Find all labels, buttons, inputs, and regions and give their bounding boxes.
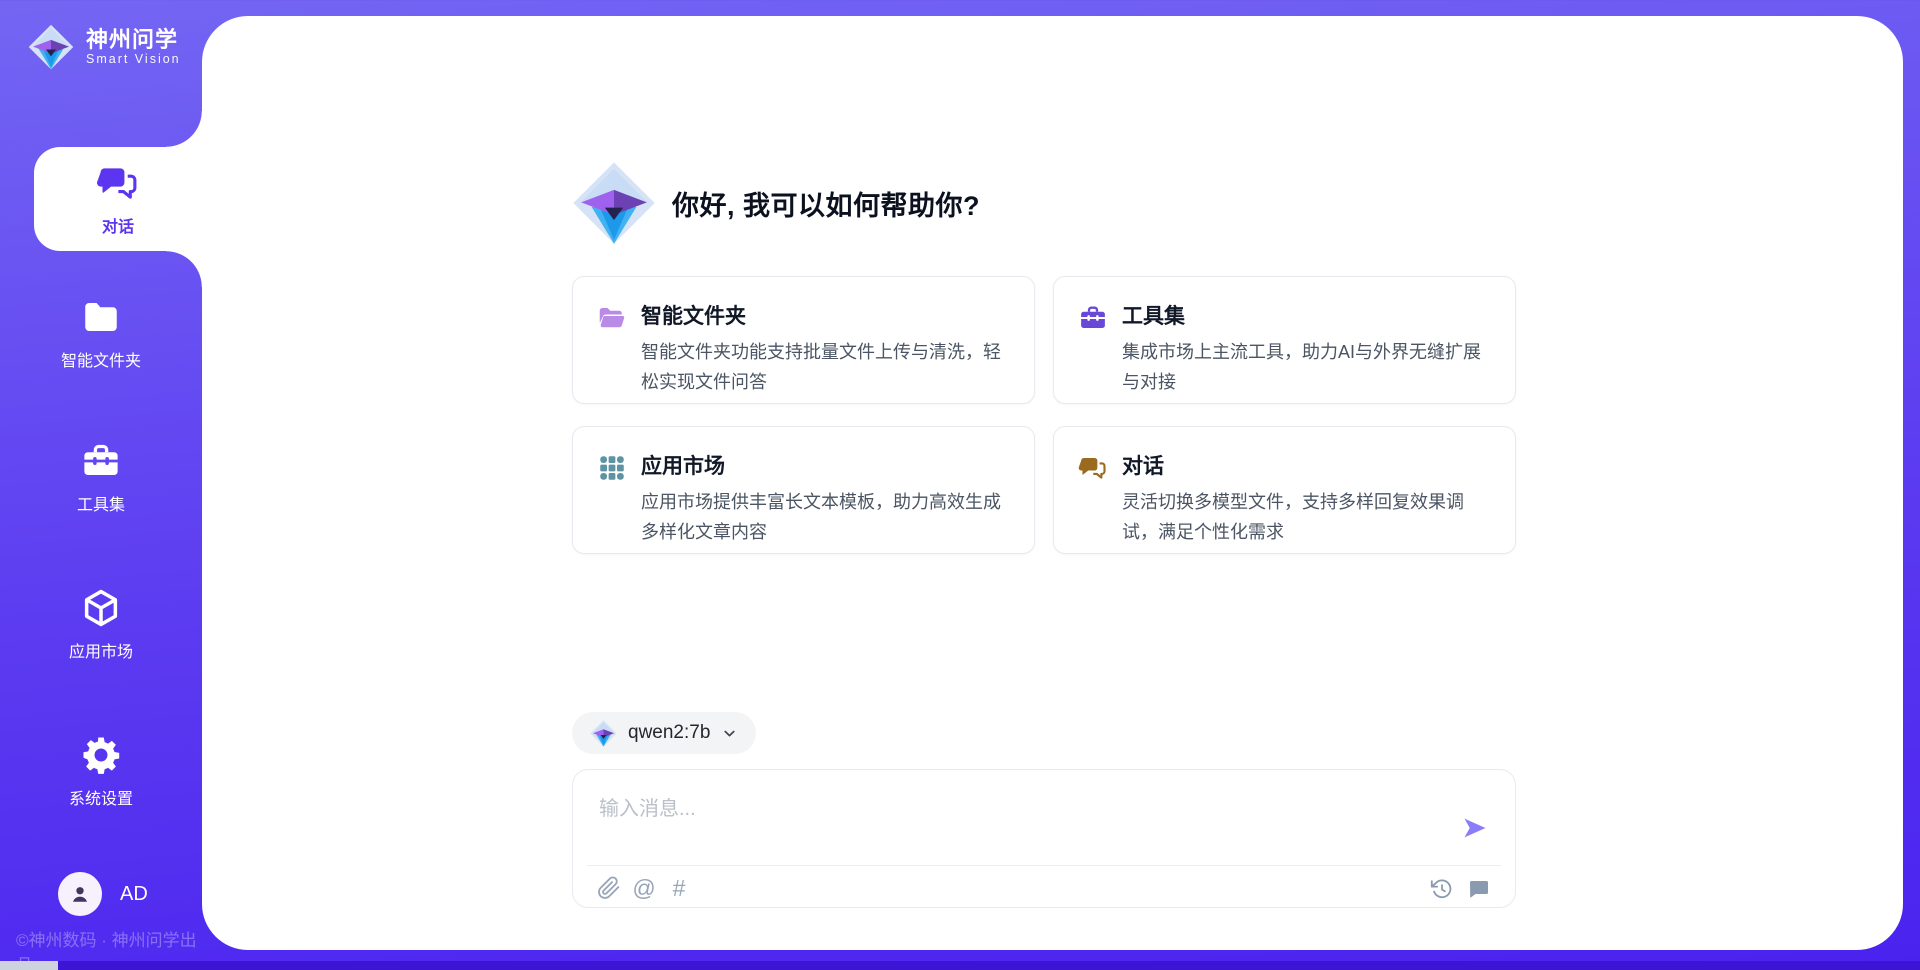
gear-icon [80, 734, 122, 776]
chat-bubble-icon[interactable] [1467, 877, 1491, 901]
attachment-icon[interactable] [597, 876, 621, 900]
sidebar-item-settings[interactable]: 系统设置 [0, 734, 202, 809]
sidebar-item-label: 工具集 [77, 491, 125, 515]
send-icon [1461, 814, 1489, 842]
sidebar-item-chat[interactable]: 对话 [34, 147, 202, 251]
brand: 神州问学 Smart Vision [28, 24, 181, 70]
composer-tools-right [1430, 877, 1491, 901]
assistant-logo-icon [572, 161, 656, 245]
sidebar-item-label: 系统设置 [69, 785, 133, 809]
card-title: 智能文件夹 [641, 300, 1008, 330]
sidebar-item-smart-folder[interactable]: 智能文件夹 [0, 296, 202, 371]
sidebar-item-label: 智能文件夹 [61, 347, 141, 371]
user-initials: AD [120, 883, 148, 906]
card-title: 应用市场 [641, 450, 1008, 480]
model-name: qwen2:7b [628, 722, 710, 744]
brand-subtitle: Smart Vision [86, 52, 181, 66]
send-button[interactable] [1461, 814, 1489, 842]
card-toolset[interactable]: 工具集 集成市场上主流工具，助力AI与外界无缝扩展与对接 [1053, 276, 1516, 404]
grid-icon [597, 453, 627, 483]
sidebar-item-label: 应用市场 [69, 638, 133, 662]
chat-icon [1078, 453, 1108, 483]
card-description: 集成市场上主流工具，助力AI与外界无缝扩展与对接 [1122, 337, 1489, 397]
feature-cards: 智能文件夹 智能文件夹功能支持批量文件上传与清洗，轻松实现文件问答 工具集 集成… [572, 276, 1516, 554]
model-selector[interactable]: qwen2:7b [572, 712, 756, 754]
hashtag-icon[interactable]: # [667, 876, 691, 900]
bottom-edge-strip [0, 961, 1920, 970]
person-icon [67, 881, 93, 907]
greeting: 你好, 我可以如何帮助你? [572, 161, 980, 245]
mention-icon[interactable]: @ [632, 876, 656, 900]
chat-icon [96, 161, 140, 205]
brand-logo-icon [28, 24, 74, 70]
card-chat[interactable]: 对话 灵活切换多模型文件，支持多样回复效果调试，满足个性化需求 [1053, 426, 1516, 554]
card-app-market[interactable]: 应用市场 应用市场提供丰富长文本模板，助力高效生成多样化文章内容 [572, 426, 1035, 554]
card-title: 工具集 [1122, 300, 1489, 330]
sidebar-item-app-market[interactable]: 应用市场 [0, 587, 202, 662]
folder-open-icon [597, 303, 627, 333]
brand-name: 神州问学 [86, 28, 181, 52]
card-description: 应用市场提供丰富长文本模板，助力高效生成多样化文章内容 [641, 487, 1008, 547]
sidebar-item-label: 对话 [102, 213, 134, 237]
message-composer: @ # [572, 769, 1516, 908]
chevron-down-icon [721, 725, 738, 742]
bottom-edge-strip-light [0, 961, 58, 970]
folder-icon [80, 296, 122, 338]
card-smart-folder[interactable]: 智能文件夹 智能文件夹功能支持批量文件上传与清洗，轻松实现文件问答 [572, 276, 1035, 404]
user-account[interactable]: AD [58, 872, 148, 916]
avatar [58, 872, 102, 916]
model-logo-icon [590, 720, 617, 747]
composer-divider [587, 865, 1501, 866]
sidebar: 神州问学 Smart Vision 对话 智能文件夹 工具集 应用市场 系统设置… [0, 0, 202, 970]
message-input[interactable] [585, 778, 1443, 864]
card-title: 对话 [1122, 450, 1489, 480]
toolbox-icon [1078, 303, 1108, 333]
card-description: 智能文件夹功能支持批量文件上传与清洗，轻松实现文件问答 [641, 337, 1008, 397]
greeting-text: 你好, 我可以如何帮助你? [672, 184, 980, 223]
sidebar-item-toolset[interactable]: 工具集 [0, 440, 202, 515]
toolbox-icon [80, 440, 122, 482]
card-description: 灵活切换多模型文件，支持多样回复效果调试，满足个性化需求 [1122, 487, 1489, 547]
composer-tools: @ # [597, 876, 691, 900]
main-panel: 你好, 我可以如何帮助你? 智能文件夹 智能文件夹功能支持批量文件上传与清洗，轻… [202, 16, 1903, 950]
history-icon[interactable] [1430, 877, 1454, 901]
cube-icon [80, 587, 122, 629]
